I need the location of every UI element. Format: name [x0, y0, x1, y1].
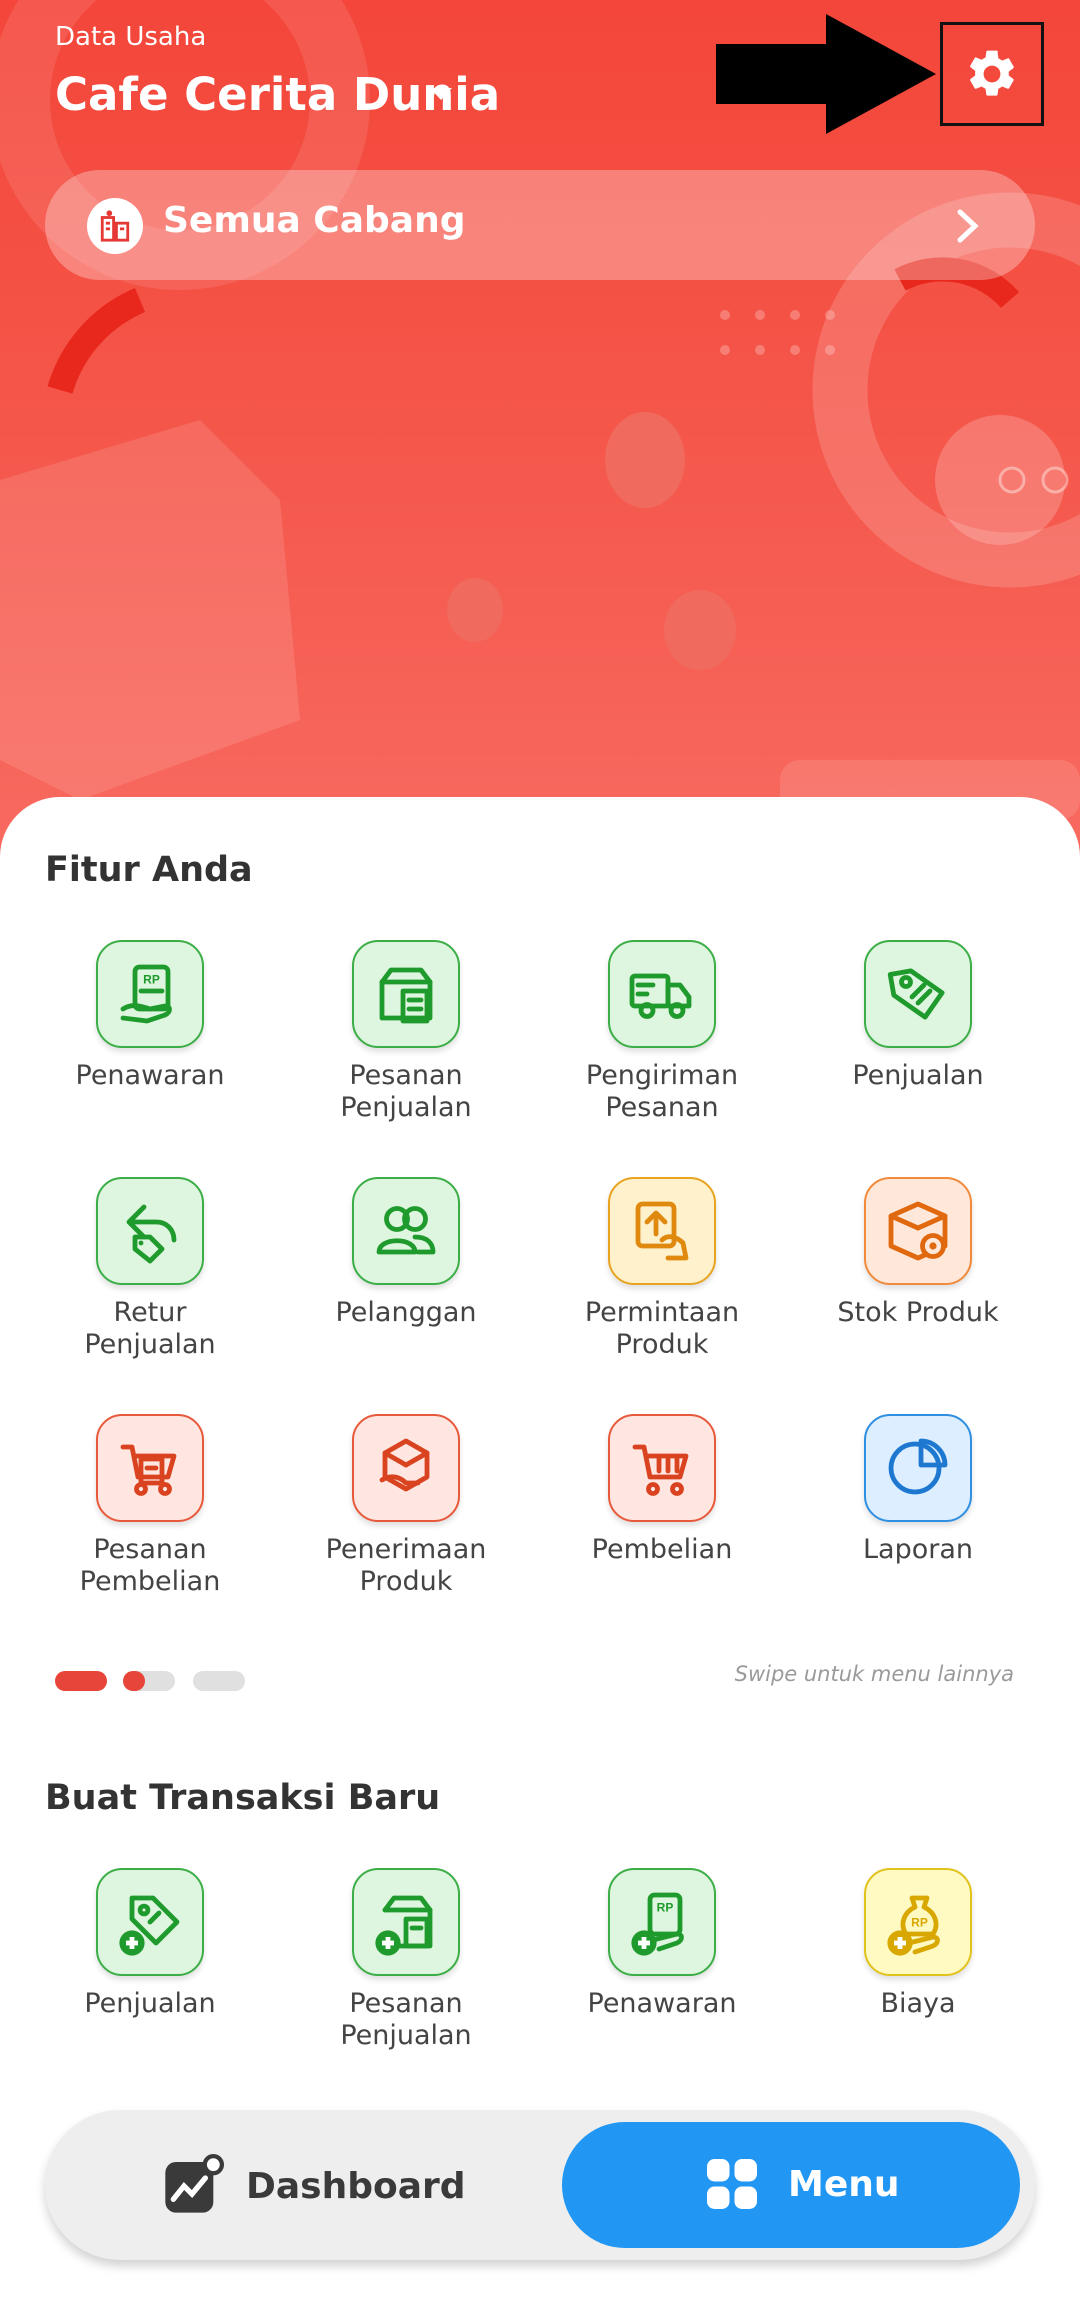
menu-item-pengiriman-pesanan[interactable]: Pengiriman Pesanan — [534, 940, 790, 1124]
header-banner: Data Usaha Cafe Cerita Dunia Semua Caban… — [0, 0, 1080, 860]
menu-item-pesanan-penjualan[interactable]: Pesanan Penjualan — [278, 1868, 534, 2052]
chevron-down-icon[interactable] — [430, 88, 452, 100]
menu-item-biaya[interactable]: RP Biaya — [790, 1868, 1046, 2020]
menu-item-laporan[interactable]: Laporan — [790, 1414, 1046, 1566]
settings-button[interactable] — [940, 22, 1044, 126]
menu-item-label: Penjualan — [84, 1988, 216, 2019]
gear-icon — [970, 50, 1014, 96]
price-tag-icon — [864, 940, 972, 1048]
add-sales-order-icon — [352, 1868, 460, 1976]
menu-item-label: Retur Penjualan — [84, 1297, 216, 1360]
new-transaction-title: Buat Transaksi Baru — [45, 1778, 441, 1818]
product-request-icon — [608, 1177, 716, 1285]
nav-dashboard-label: Dashboard — [246, 2165, 466, 2207]
branch-selector[interactable]: Semua Cabang — [45, 170, 1035, 280]
menu-item-permintaan-produk[interactable]: Permintaan Produk — [534, 1177, 790, 1361]
business-label: Data Usaha — [55, 22, 207, 52]
page-dot-progress — [123, 1671, 145, 1691]
nav-dashboard[interactable]: Dashboard — [160, 2154, 466, 2218]
add-quotation-icon: RP — [608, 1868, 716, 1976]
stock-box-icon — [864, 1177, 972, 1285]
sales-order-icon — [352, 940, 460, 1048]
customers-icon — [352, 1177, 460, 1285]
chevron-right-icon — [957, 209, 979, 243]
menu-item-penjualan[interactable]: Penjualan — [790, 940, 1046, 1092]
menu-item-pesanan-pembelian[interactable]: Pesanan Pembelian — [22, 1414, 278, 1598]
shopping-cart-icon — [608, 1414, 716, 1522]
quotation-icon: RP — [96, 940, 204, 1048]
menu-item-pembelian[interactable]: Pembelian — [534, 1414, 790, 1566]
page-dot-active[interactable] — [55, 1671, 107, 1691]
page-dot[interactable] — [193, 1671, 245, 1691]
add-sale-icon — [96, 1868, 204, 1976]
menu-item-stok-produk[interactable]: Stok Produk — [790, 1177, 1046, 1329]
menu-item-penawaran[interactable]: RP Penawaran — [22, 940, 278, 1092]
menu-item-label: Penawaran — [587, 1988, 737, 2019]
menu-item-pesanan-penjualan[interactable]: Pesanan Penjualan — [278, 940, 534, 1124]
menu-item-retur-penjualan[interactable]: Retur Penjualan — [22, 1177, 278, 1361]
menu-item-label: Pesanan Penjualan — [340, 1060, 472, 1123]
menu-item-label: Pengiriman Pesanan — [585, 1060, 739, 1123]
product-receipt-icon — [352, 1414, 460, 1522]
branch-building-icon — [87, 198, 143, 254]
swipe-hint: Swipe untuk menu lainnya — [734, 1662, 1014, 1686]
bottom-navigation: Dashboard Menu — [45, 2110, 1035, 2260]
menu-grid-icon — [707, 2159, 757, 2209]
menu-item-penawaran[interactable]: RP Penawaran — [534, 1868, 790, 2020]
menu-item-penerimaan-produk[interactable]: Penerimaan Produk — [278, 1414, 534, 1598]
add-expense-icon: RP — [864, 1868, 972, 1976]
sales-return-icon — [96, 1177, 204, 1285]
branch-label: Semua Cabang — [163, 200, 466, 241]
menu-item-pelanggan[interactable]: Pelanggan — [278, 1177, 534, 1329]
menu-item-label: Pelanggan — [335, 1297, 477, 1328]
menu-item-label: Stok Produk — [837, 1297, 999, 1328]
purchase-order-icon — [96, 1414, 204, 1522]
menu-item-label: Permintaan Produk — [584, 1297, 740, 1360]
menu-item-label: Pesanan Penjualan — [340, 1988, 472, 2051]
menu-item-label: Pesanan Pembelian — [79, 1534, 221, 1597]
svg-text:RP: RP — [143, 973, 160, 987]
features-title: Fitur Anda — [45, 850, 253, 890]
nav-menu-label: Menu — [788, 2163, 900, 2205]
delivery-truck-icon — [608, 940, 716, 1048]
menu-item-label: Penjualan — [852, 1060, 984, 1091]
menu-item-label: Laporan — [862, 1534, 973, 1565]
svg-text:RP: RP — [657, 1901, 674, 1915]
nav-menu[interactable]: Menu — [562, 2122, 1020, 2248]
menu-item-label: Penawaran — [75, 1060, 225, 1091]
pie-chart-icon — [864, 1414, 972, 1522]
menu-item-label: Pembelian — [591, 1534, 733, 1565]
dashboard-chart-icon — [165, 2154, 224, 2213]
menu-item-label: Biaya — [880, 1988, 956, 2019]
arrow-pointer-icon — [716, 14, 936, 134]
menu-item-label: Penerimaan Produk — [325, 1534, 487, 1597]
menu-item-penjualan[interactable]: Penjualan — [22, 1868, 278, 2020]
svg-text:RP: RP — [911, 1916, 928, 1930]
